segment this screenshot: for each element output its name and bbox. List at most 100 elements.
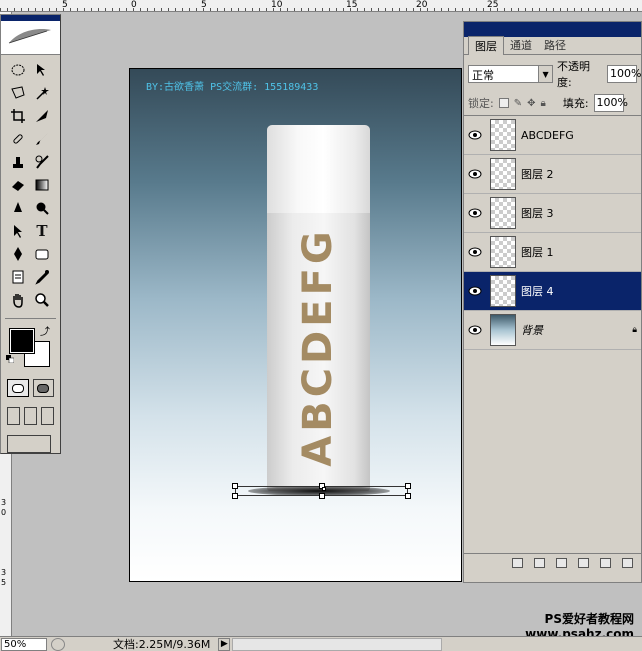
quick-mask-button[interactable] xyxy=(32,379,54,397)
feather-logo-icon xyxy=(8,29,51,44)
toolbox-titlebar[interactable] xyxy=(1,15,60,21)
dodge-icon[interactable] xyxy=(30,196,54,219)
swap-colors-icon[interactable]: ⤴ xyxy=(40,323,50,338)
tab-layers[interactable]: 图层 xyxy=(468,36,504,55)
layer-thumbnail xyxy=(490,275,516,307)
lock-label: 锁定: xyxy=(468,97,494,110)
ruler-tick xyxy=(490,8,491,11)
crop-icon[interactable] xyxy=(6,104,30,127)
notes-icon[interactable] xyxy=(6,265,30,288)
transform-handle[interactable] xyxy=(405,483,411,489)
transform-handle[interactable] xyxy=(319,493,325,499)
ruler-tick xyxy=(259,8,260,11)
transform-handle[interactable] xyxy=(405,493,411,499)
layer-mask-icon[interactable] xyxy=(556,557,567,568)
adjustment-layer-icon[interactable] xyxy=(578,557,589,568)
blur-icon[interactable] xyxy=(6,196,30,219)
fill-field[interactable]: 100% xyxy=(593,94,628,112)
clone-stamp-icon[interactable] xyxy=(6,150,30,173)
link-layers-icon[interactable] xyxy=(512,557,523,568)
ruler-tick xyxy=(455,8,456,11)
gradient-icon[interactable] xyxy=(30,173,54,196)
lasso-icon[interactable] xyxy=(6,81,30,104)
horizontal-scrollbar[interactable] xyxy=(232,637,443,651)
document-info: 文档:2.25M/9.36M xyxy=(113,638,211,651)
jump-to-imageready-button[interactable] xyxy=(7,435,51,453)
visibility-eye-icon[interactable] xyxy=(464,247,486,257)
visibility-eye-icon[interactable] xyxy=(464,325,486,335)
standard-mode-button[interactable] xyxy=(7,379,29,397)
bottle-cap xyxy=(267,125,370,213)
ruler-tick xyxy=(546,8,547,11)
ruler-number: 3 xyxy=(1,498,7,507)
ruler-number: 0 xyxy=(1,508,7,517)
layer-thumbnail xyxy=(490,197,516,229)
pen-icon[interactable] xyxy=(6,242,30,265)
toolbox-header[interactable] xyxy=(1,15,60,55)
type-icon[interactable]: T xyxy=(30,219,54,242)
ruler-tick xyxy=(112,8,113,11)
tab-channels[interactable]: 通道 xyxy=(504,36,538,54)
document-canvas[interactable]: BY:古欲香萧 PS交流群: 155189433 ABCDEFG xyxy=(129,68,462,582)
visibility-eye-icon[interactable] xyxy=(464,208,486,218)
status-menu-arrow-icon[interactable]: ▶ xyxy=(218,637,231,651)
blend-mode-select[interactable]: 正常 ▼ xyxy=(468,65,554,83)
transform-handle[interactable] xyxy=(232,493,238,499)
ruler-number: 15 xyxy=(346,0,358,10)
ruler-tick xyxy=(413,8,414,11)
ruler-tick xyxy=(98,8,99,11)
visibility-eye-icon[interactable] xyxy=(464,169,486,179)
layer-row[interactable]: 图层 1 xyxy=(464,233,641,272)
opacity-field[interactable]: 100% xyxy=(607,65,641,83)
lock-transparency-icon[interactable] xyxy=(498,98,509,108)
status-bar: 50% 文档:2.25M/9.36M ▶ xyxy=(0,636,642,651)
default-colors-icon[interactable] xyxy=(6,355,14,363)
marquee-icon[interactable] xyxy=(6,58,30,81)
move-icon[interactable] xyxy=(30,58,54,81)
lock-image-icon[interactable]: ✎ xyxy=(514,98,522,109)
eyedropper-icon[interactable] xyxy=(30,265,54,288)
layers-panel-titlebar[interactable] xyxy=(464,22,641,37)
ruler-tick xyxy=(63,8,64,11)
toolbox: T ⤴ xyxy=(0,14,61,454)
lock-position-icon[interactable]: ✥ xyxy=(527,98,535,109)
foreground-color-swatch[interactable] xyxy=(9,328,35,354)
zoom-field[interactable]: 50% xyxy=(1,637,47,651)
lock-all-icon[interactable]: 🔒︎ xyxy=(541,98,546,109)
slice-icon[interactable] xyxy=(30,104,54,127)
visibility-eye-icon[interactable] xyxy=(464,286,486,296)
ruler-tick xyxy=(462,8,463,11)
layer-row[interactable]: 背景 🔒︎ xyxy=(464,311,641,350)
healing-brush-icon[interactable] xyxy=(6,127,30,150)
ruler-number: 5 xyxy=(1,578,7,587)
ruler-number: 20 xyxy=(416,0,428,10)
shape-icon[interactable] xyxy=(30,242,54,265)
free-transform-box[interactable] xyxy=(232,483,411,499)
magic-wand-icon[interactable] xyxy=(30,81,54,104)
history-brush-icon[interactable] xyxy=(30,150,54,173)
new-layer-icon[interactable] xyxy=(622,557,633,568)
blend-mode-value: 正常 xyxy=(472,69,494,82)
new-group-icon[interactable] xyxy=(600,557,611,568)
ruler-tick xyxy=(280,8,281,11)
eraser-icon[interactable] xyxy=(6,173,30,196)
screen-mode-standard-button[interactable] xyxy=(7,407,20,425)
top-ruler: 5 0 5 10 15 20 25 xyxy=(0,0,642,12)
tab-paths[interactable]: 路径 xyxy=(538,36,572,54)
layer-row[interactable]: 图层 2 xyxy=(464,155,641,194)
transform-handle[interactable] xyxy=(232,483,238,489)
screen-mode-full-button[interactable] xyxy=(41,407,54,425)
brush-icon[interactable] xyxy=(30,127,54,150)
layer-row-selected[interactable]: 图层 4 xyxy=(464,272,641,311)
ruler-tick xyxy=(560,8,561,11)
hand-icon[interactable] xyxy=(6,288,30,311)
transform-center-point[interactable] xyxy=(322,487,326,491)
zoom-icon[interactable] xyxy=(30,288,54,311)
layer-row[interactable]: ABCDEFG xyxy=(464,116,641,155)
screen-mode-menubar-button[interactable] xyxy=(24,407,37,425)
status-info-icon[interactable] xyxy=(51,637,65,651)
path-selection-icon[interactable] xyxy=(6,219,30,242)
visibility-eye-icon[interactable] xyxy=(464,130,486,140)
layer-row[interactable]: 图层 3 xyxy=(464,194,641,233)
layer-style-icon[interactable] xyxy=(534,557,545,568)
